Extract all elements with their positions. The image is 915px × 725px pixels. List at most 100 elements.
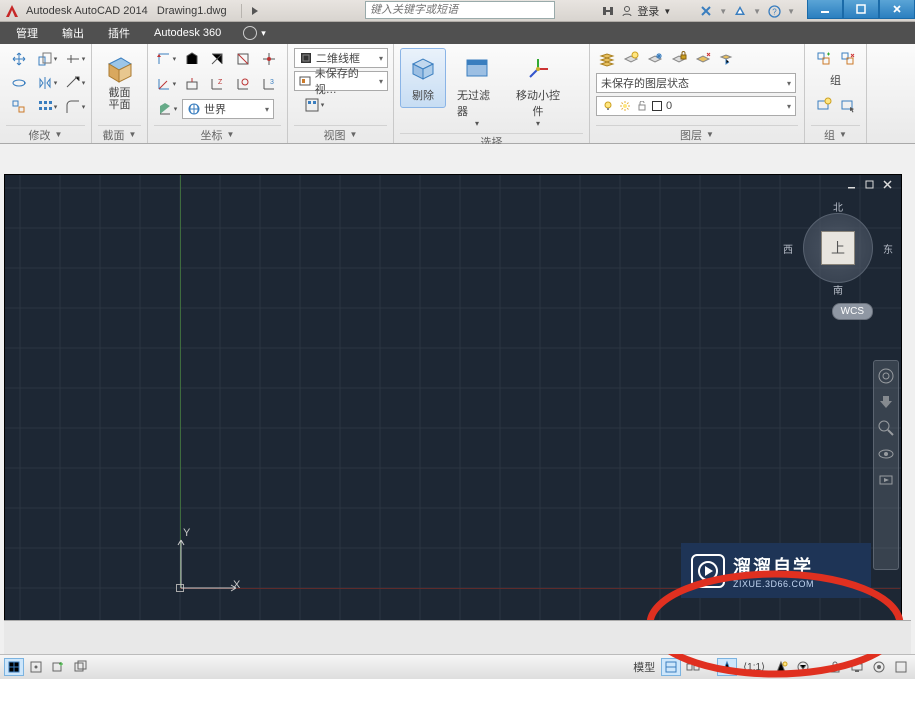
- maximize-button[interactable]: [843, 0, 879, 19]
- ucs-icon-8[interactable]: Z: [206, 73, 230, 95]
- status-grid-icon[interactable]: [4, 658, 24, 676]
- layer-freeze-icon[interactable]: [644, 48, 666, 70]
- ucs-icon-2[interactable]: [180, 48, 204, 70]
- help-icon[interactable]: ?: [767, 4, 781, 18]
- scale-3d-icon[interactable]: ▾: [34, 48, 60, 70]
- binoculars-icon[interactable]: [601, 4, 615, 18]
- viewport-minimize-icon[interactable]: [845, 179, 859, 191]
- rotate-3d-icon[interactable]: [6, 72, 32, 94]
- status-ws-icon[interactable]: [793, 658, 813, 676]
- watermark-play-icon: [691, 554, 725, 588]
- login-button[interactable]: 登录 ▼: [621, 3, 671, 19]
- viewport-maximize-icon[interactable]: [863, 179, 877, 191]
- ucs-icon-1[interactable]: ▾: [154, 48, 178, 70]
- layer-props-icon[interactable]: [596, 48, 618, 70]
- play-icon[interactable]: [248, 4, 262, 18]
- status-layout-other-icon[interactable]: [70, 658, 90, 676]
- ucs-icon-4[interactable]: [231, 48, 255, 70]
- group-edit-icon[interactable]: [813, 94, 835, 116]
- move-widget-button[interactable]: 移动小控件 ▾: [508, 48, 568, 133]
- section-plane-icon: [104, 53, 136, 85]
- status-quickview-icon[interactable]: [683, 658, 703, 676]
- align-3d-icon[interactable]: [6, 96, 32, 118]
- wcs-badge[interactable]: WCS: [832, 303, 873, 320]
- tab-expand-icon[interactable]: ▾: [261, 28, 266, 39]
- exchange-app-icon[interactable]: [733, 4, 747, 18]
- status-scale-label[interactable]: ⟨1:1⟩: [739, 662, 769, 673]
- search-box[interactable]: [365, 1, 555, 19]
- status-snap-icon[interactable]: [26, 658, 46, 676]
- culling-button[interactable]: 剔除: [400, 48, 446, 108]
- panel-section: 截面 平面 截面▼: [92, 44, 148, 143]
- view-manager-icon[interactable]: ▾: [294, 94, 334, 116]
- ucs-icon-6[interactable]: ▾: [154, 73, 178, 95]
- app-icon[interactable]: [4, 3, 20, 19]
- svg-text:3: 3: [270, 79, 274, 86]
- close-button[interactable]: [879, 0, 915, 19]
- layer-lock-icon[interactable]: [668, 48, 690, 70]
- drawing-canvas[interactable]: Y X 上 北 南 东 西 WCS: [4, 174, 902, 629]
- status-annovis-icon[interactable]: [771, 658, 791, 676]
- model-tab[interactable]: 模型: [629, 659, 659, 675]
- move-3d-icon[interactable]: [6, 48, 32, 70]
- command-line-area[interactable]: [4, 620, 911, 654]
- extend-icon[interactable]: ▾: [62, 72, 88, 94]
- group-create-icon[interactable]: [813, 48, 835, 70]
- layer-iso-icon[interactable]: [692, 48, 714, 70]
- exchange-x-icon[interactable]: [699, 4, 713, 18]
- tab-output[interactable]: 输出: [52, 22, 94, 44]
- culling-icon: [407, 53, 439, 85]
- status-clean-icon[interactable]: [891, 658, 911, 676]
- fillet-icon[interactable]: ▾: [62, 96, 88, 118]
- tab-a360[interactable]: Autodesk 360: [144, 22, 231, 44]
- status-modelspace-icon[interactable]: [661, 658, 681, 676]
- layer-off-icon[interactable]: [620, 48, 642, 70]
- layer-state-combo[interactable]: 未保存的图层状态▾: [596, 73, 796, 93]
- trim-icon[interactable]: ▾: [62, 48, 88, 70]
- ucs-icon-3[interactable]: [206, 48, 230, 70]
- group-select-icon[interactable]: [837, 94, 859, 116]
- visual-style-icon: [299, 51, 313, 65]
- search-input[interactable]: [366, 2, 554, 18]
- title-right-cluster: 登录 ▼ ▼ ▼ ? ▼: [601, 0, 795, 22]
- status-layout-add-icon[interactable]: [48, 658, 68, 676]
- world-combo[interactable]: 世界▾: [182, 99, 274, 119]
- navigation-bar[interactable]: [873, 360, 899, 570]
- viewport-close-icon[interactable]: [881, 179, 895, 191]
- sun-icon: [618, 99, 632, 113]
- array-3d-icon[interactable]: ▾: [34, 96, 60, 118]
- tab-manage[interactable]: 管理: [6, 22, 48, 44]
- drawing-area-wrap: Y X 上 北 南 东 西 WCS: [0, 144, 915, 654]
- ucs-icon-9[interactable]: [231, 73, 255, 95]
- status-annoscale-icon[interactable]: [717, 658, 737, 676]
- nav-wheel-icon[interactable]: [877, 367, 895, 385]
- ucs-y-label: Y: [183, 527, 190, 539]
- ucs-icon-7[interactable]: [180, 73, 204, 95]
- orbit-icon[interactable]: [877, 445, 895, 463]
- status-isolate-icon[interactable]: [869, 658, 889, 676]
- layer-match-icon[interactable]: [716, 48, 738, 70]
- panel-view: 二维线框▾ 未保存的视…▾ ▾ 视图▼: [288, 44, 394, 143]
- ucs-x-label: X: [233, 579, 240, 591]
- section-plane-button[interactable]: 截面 平面: [98, 48, 141, 125]
- pan-icon[interactable]: [877, 393, 895, 411]
- mirror-3d-icon[interactable]: ▾: [34, 72, 60, 94]
- view-cube[interactable]: 上 北 南 东 西: [793, 203, 883, 293]
- minimize-button[interactable]: [807, 0, 843, 19]
- nofilter-button[interactable]: 无过滤器 ▾: [454, 48, 500, 133]
- current-layer-combo[interactable]: 0 ▾: [596, 96, 796, 116]
- ucs-icon-10[interactable]: 3: [257, 73, 281, 95]
- saved-view-combo[interactable]: 未保存的视…▾: [294, 71, 388, 91]
- ucs-world-icon[interactable]: ▾: [154, 98, 180, 120]
- viewcube-top-face[interactable]: 上: [821, 231, 855, 265]
- showmotion-icon[interactable]: [877, 471, 895, 489]
- featured-apps-icon[interactable]: [243, 26, 257, 40]
- ucs-icon-5[interactable]: [257, 48, 281, 70]
- status-hardware-icon[interactable]: [847, 658, 867, 676]
- status-lock-ui-icon[interactable]: [825, 658, 845, 676]
- layer-color-swatch: [652, 101, 662, 111]
- zoom-icon[interactable]: [877, 419, 895, 437]
- bulb-on-icon: [601, 99, 615, 113]
- tab-plugin[interactable]: 插件: [98, 22, 140, 44]
- group-ungroup-icon[interactable]: [837, 48, 859, 70]
